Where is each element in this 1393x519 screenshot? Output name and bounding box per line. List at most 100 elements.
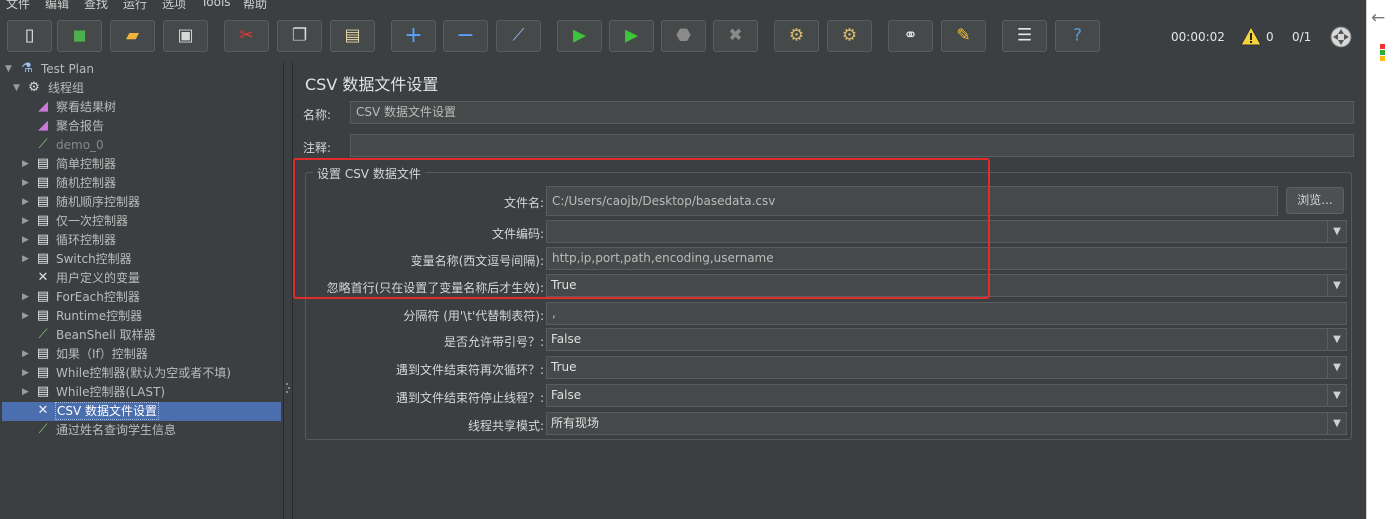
search-button[interactable]: ⚭ bbox=[888, 20, 933, 52]
save-button[interactable]: ▣ bbox=[163, 20, 208, 52]
broom-gear-icon: ⚙ bbox=[788, 25, 805, 46]
stop-button[interactable]: ⬣ bbox=[661, 20, 706, 52]
collapsed-arrow-icon[interactable]: ▶ bbox=[22, 231, 29, 249]
start-no-pauses-button[interactable]: ▶ bbox=[609, 20, 654, 52]
warning-icon[interactable] bbox=[1240, 25, 1262, 47]
menu-options[interactable]: 选项 bbox=[162, 0, 186, 12]
start-button[interactable]: ▶ bbox=[557, 20, 602, 52]
clear-all-button[interactable]: ⚙ bbox=[827, 20, 872, 52]
delimiter-field[interactable]: , bbox=[546, 302, 1347, 325]
expanded-arrow-icon[interactable]: ▼ bbox=[5, 60, 12, 78]
wrench-icon: ✕ bbox=[37, 270, 49, 285]
copy-button[interactable]: ❐ bbox=[277, 20, 322, 52]
allow-quoted-dropdown[interactable]: False ▼ bbox=[546, 328, 1347, 351]
chevron-down-icon[interactable]: ▼ bbox=[1327, 329, 1346, 350]
reset-search-button[interactable]: ✎ bbox=[941, 20, 986, 52]
arrow-left-icon[interactable]: ← bbox=[1371, 8, 1385, 28]
browser-side-strip: ← bbox=[1366, 0, 1393, 519]
expand-all-button[interactable]: + bbox=[391, 20, 436, 52]
menu-tools[interactable]: Tools bbox=[201, 0, 231, 9]
new-button[interactable]: ▯ bbox=[7, 20, 52, 52]
play-icon: ▶ bbox=[572, 25, 587, 46]
broom-icon: ✎ bbox=[956, 25, 971, 46]
elapsed-timer: 00:00:02 bbox=[1171, 30, 1225, 44]
controller-icon: ▤ bbox=[36, 365, 50, 380]
collapsed-arrow-icon[interactable]: ▶ bbox=[22, 155, 29, 173]
name-field[interactable]: CSV 数据文件设置 bbox=[350, 101, 1354, 124]
controller-icon: ▤ bbox=[36, 194, 50, 209]
controller-icon: ▤ bbox=[36, 232, 50, 247]
sharing-mode-dropdown[interactable]: 所有现场 ▼ bbox=[546, 412, 1347, 435]
shutdown-button[interactable]: ✖ bbox=[713, 20, 758, 52]
recycle-on-eof-value: True bbox=[551, 360, 577, 374]
templates-button[interactable]: ◼ bbox=[57, 20, 102, 52]
chevron-down-icon[interactable]: ▼ bbox=[1327, 275, 1346, 296]
chart-icon: ◢ bbox=[38, 99, 48, 114]
toggle-icon: ⟋ bbox=[512, 25, 525, 46]
collapsed-arrow-icon[interactable]: ▶ bbox=[22, 250, 29, 268]
controller-icon: ▤ bbox=[36, 251, 50, 266]
collapsed-arrow-icon[interactable]: ▶ bbox=[22, 288, 29, 306]
help-button[interactable]: ? bbox=[1055, 20, 1100, 52]
new-file-icon: ▯ bbox=[24, 25, 35, 46]
menu-search[interactable]: 查找 bbox=[84, 0, 108, 12]
list-icon: ☰ bbox=[1016, 25, 1033, 46]
shutdown-icon: ✖ bbox=[728, 25, 743, 46]
controller-icon: ▤ bbox=[36, 156, 50, 171]
cut-button[interactable]: ✂ bbox=[224, 20, 269, 52]
annotation-highlight-box bbox=[293, 158, 990, 299]
page-title: CSV 数据文件设置 bbox=[305, 75, 439, 94]
controller-icon: ▤ bbox=[36, 213, 50, 228]
test-plan-tree: ▼ ⚗ Test Plan ▼ ⚙ 线程组 ◢ 察看结果树 ◢ 聚合报告 ⟋ d… bbox=[0, 60, 284, 519]
plus-icon: + bbox=[404, 23, 423, 48]
allow-quoted-value: False bbox=[551, 332, 582, 346]
paste-button[interactable]: ▤ bbox=[330, 20, 375, 52]
comment-field[interactable] bbox=[350, 134, 1354, 157]
menu-file[interactable]: 文件 bbox=[6, 0, 30, 12]
collapsed-arrow-icon[interactable]: ▶ bbox=[22, 193, 29, 211]
collapsed-arrow-icon[interactable]: ▶ bbox=[22, 212, 29, 230]
broom-gear-all-icon: ⚙ bbox=[841, 25, 858, 46]
collapsed-arrow-icon[interactable]: ▶ bbox=[22, 383, 29, 401]
sharing-mode-value: 所有现场 bbox=[551, 416, 600, 430]
menu-run[interactable]: 运行 bbox=[123, 0, 147, 12]
expanded-arrow-icon[interactable]: ▼ bbox=[13, 79, 20, 97]
collapsed-arrow-icon[interactable]: ▶ bbox=[22, 174, 29, 192]
active-threads: 0/1 bbox=[1292, 30, 1312, 44]
chevron-down-icon[interactable]: ▼ bbox=[1327, 357, 1346, 378]
toggle-button[interactable]: ⟋ bbox=[496, 20, 541, 52]
chevron-down-icon[interactable]: ▼ bbox=[1327, 413, 1346, 434]
collapse-all-button[interactable]: − bbox=[443, 20, 488, 52]
stop-thread-on-eof-label: 遇到文件结束符停止线程？: bbox=[395, 391, 544, 405]
comment-label: 注释: bbox=[303, 141, 332, 155]
menu-edit[interactable]: 编辑 bbox=[45, 0, 69, 12]
collapsed-arrow-icon[interactable]: ▶ bbox=[22, 364, 29, 382]
copy-icon: ❐ bbox=[291, 25, 308, 46]
splitter-grip-icon bbox=[286, 383, 290, 393]
function-helper-button[interactable]: ☰ bbox=[1002, 20, 1047, 52]
menu-help[interactable]: 帮助 bbox=[243, 0, 267, 12]
app-logo-icon bbox=[1380, 44, 1388, 66]
clear-button[interactable]: ⚙ bbox=[774, 20, 819, 52]
recycle-on-eof-dropdown[interactable]: True ▼ bbox=[546, 356, 1347, 379]
gear-icon: ⚙ bbox=[28, 80, 40, 95]
chevron-down-icon[interactable]: ▼ bbox=[1327, 385, 1346, 406]
toolbar: ▯ ◼ ▰ ▣ ✂ ❐ ▤ + − ⟋ ▶ ▶ ⬣ ✖ ⚙ ⚙ ⚭ ✎ ☰ ? … bbox=[0, 12, 1366, 63]
panel-splitter[interactable] bbox=[284, 62, 293, 519]
pipette-icon: ⟋ bbox=[38, 137, 48, 152]
controller-icon: ▤ bbox=[36, 384, 50, 399]
chart-icon: ◢ bbox=[38, 118, 48, 133]
warning-count: 0 bbox=[1266, 30, 1274, 44]
remote-globe-icon[interactable] bbox=[1329, 25, 1353, 49]
recycle-on-eof-label: 遇到文件结束符再次循环？: bbox=[395, 363, 544, 377]
open-button[interactable]: ▰ bbox=[110, 20, 155, 52]
chevron-down-icon[interactable]: ▼ bbox=[1327, 221, 1346, 242]
stop-thread-on-eof-dropdown[interactable]: False ▼ bbox=[546, 384, 1347, 407]
browse-button[interactable]: 浏览... bbox=[1286, 187, 1344, 214]
wrench-icon: ✕ bbox=[37, 403, 49, 418]
collapsed-arrow-icon[interactable]: ▶ bbox=[22, 345, 29, 363]
binoculars-icon: ⚭ bbox=[903, 25, 918, 46]
stop-thread-on-eof-value: False bbox=[551, 388, 582, 402]
collapsed-arrow-icon[interactable]: ▶ bbox=[22, 307, 29, 325]
csv-config-panel: CSV 数据文件设置 名称: CSV 数据文件设置 注释: 设置 CSV 数据文… bbox=[293, 62, 1366, 519]
